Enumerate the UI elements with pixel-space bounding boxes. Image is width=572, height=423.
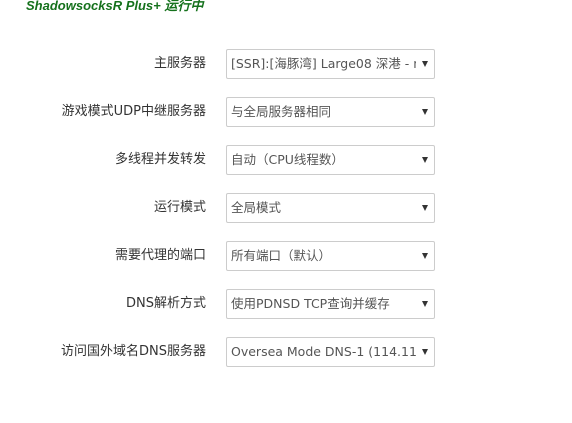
oversea-dns-value: Oversea Mode DNS-1 (114.114.1	[231, 344, 416, 359]
main-server-label: 主服务器	[153, 56, 206, 71]
setting-row-dns-mode: DNS解析方式 使用PDNSD TCP查询并缓存	[0, 289, 572, 319]
oversea-dns-label: 访问国外域名DNS服务器	[61, 344, 206, 359]
chevron-down-icon	[422, 253, 428, 259]
chevron-down-icon	[422, 157, 428, 163]
setting-row-proxy-ports: 需要代理的端口 所有端口（默认）	[0, 241, 572, 271]
main-server-select[interactable]: [SSR]:[海豚湾] Large08 深港 - ne	[226, 49, 435, 79]
dns-mode-value: 使用PDNSD TCP查询并缓存	[231, 296, 390, 311]
chevron-down-icon	[422, 61, 428, 67]
udp-relay-server-label: 游戏模式UDP中继服务器	[61, 104, 206, 119]
dns-mode-label: DNS解析方式	[126, 296, 206, 311]
setting-row-udp-relay-server: 游戏模式UDP中继服务器 与全局服务器相同	[0, 97, 572, 127]
ssr-plus-settings-page: ShadowsocksR Plus+ 运行中 主服务器 [SSR]:[海豚湾] …	[0, 0, 572, 423]
proxy-ports-select[interactable]: 所有端口（默认）	[226, 241, 435, 271]
udp-relay-server-select[interactable]: 与全局服务器相同	[226, 97, 435, 127]
threads-select[interactable]: 自动（CPU线程数）	[226, 145, 435, 175]
setting-row-main-server: 主服务器 [SSR]:[海豚湾] Large08 深港 - ne	[0, 49, 572, 79]
udp-relay-server-value: 与全局服务器相同	[231, 104, 332, 119]
setting-row-threads: 多线程并发转发 自动（CPU线程数）	[0, 145, 572, 175]
setting-row-run-mode: 运行模式 全局模式	[0, 193, 572, 223]
chevron-down-icon	[422, 301, 428, 307]
setting-row-oversea-dns: 访问国外域名DNS服务器 Oversea Mode DNS-1 (114.114…	[0, 337, 572, 367]
run-mode-label: 运行模式	[153, 200, 206, 215]
chevron-down-icon	[422, 349, 428, 355]
dns-mode-select[interactable]: 使用PDNSD TCP查询并缓存	[226, 289, 435, 319]
threads-label: 多线程并发转发	[114, 152, 206, 167]
threads-value: 自动（CPU线程数）	[231, 152, 344, 167]
proxy-ports-value: 所有端口（默认）	[231, 248, 332, 263]
proxy-ports-label: 需要代理的端口	[114, 248, 206, 263]
chevron-down-icon	[422, 205, 428, 211]
run-mode-select[interactable]: 全局模式	[226, 193, 435, 223]
main-server-value: [SSR]:[海豚湾] Large08 深港 - ne	[231, 56, 416, 71]
run-mode-value: 全局模式	[231, 200, 282, 215]
chevron-down-icon	[422, 109, 428, 115]
service-status-title: ShadowsocksR Plus+ 运行中	[26, 0, 204, 13]
oversea-dns-select[interactable]: Oversea Mode DNS-1 (114.114.1	[226, 337, 435, 367]
